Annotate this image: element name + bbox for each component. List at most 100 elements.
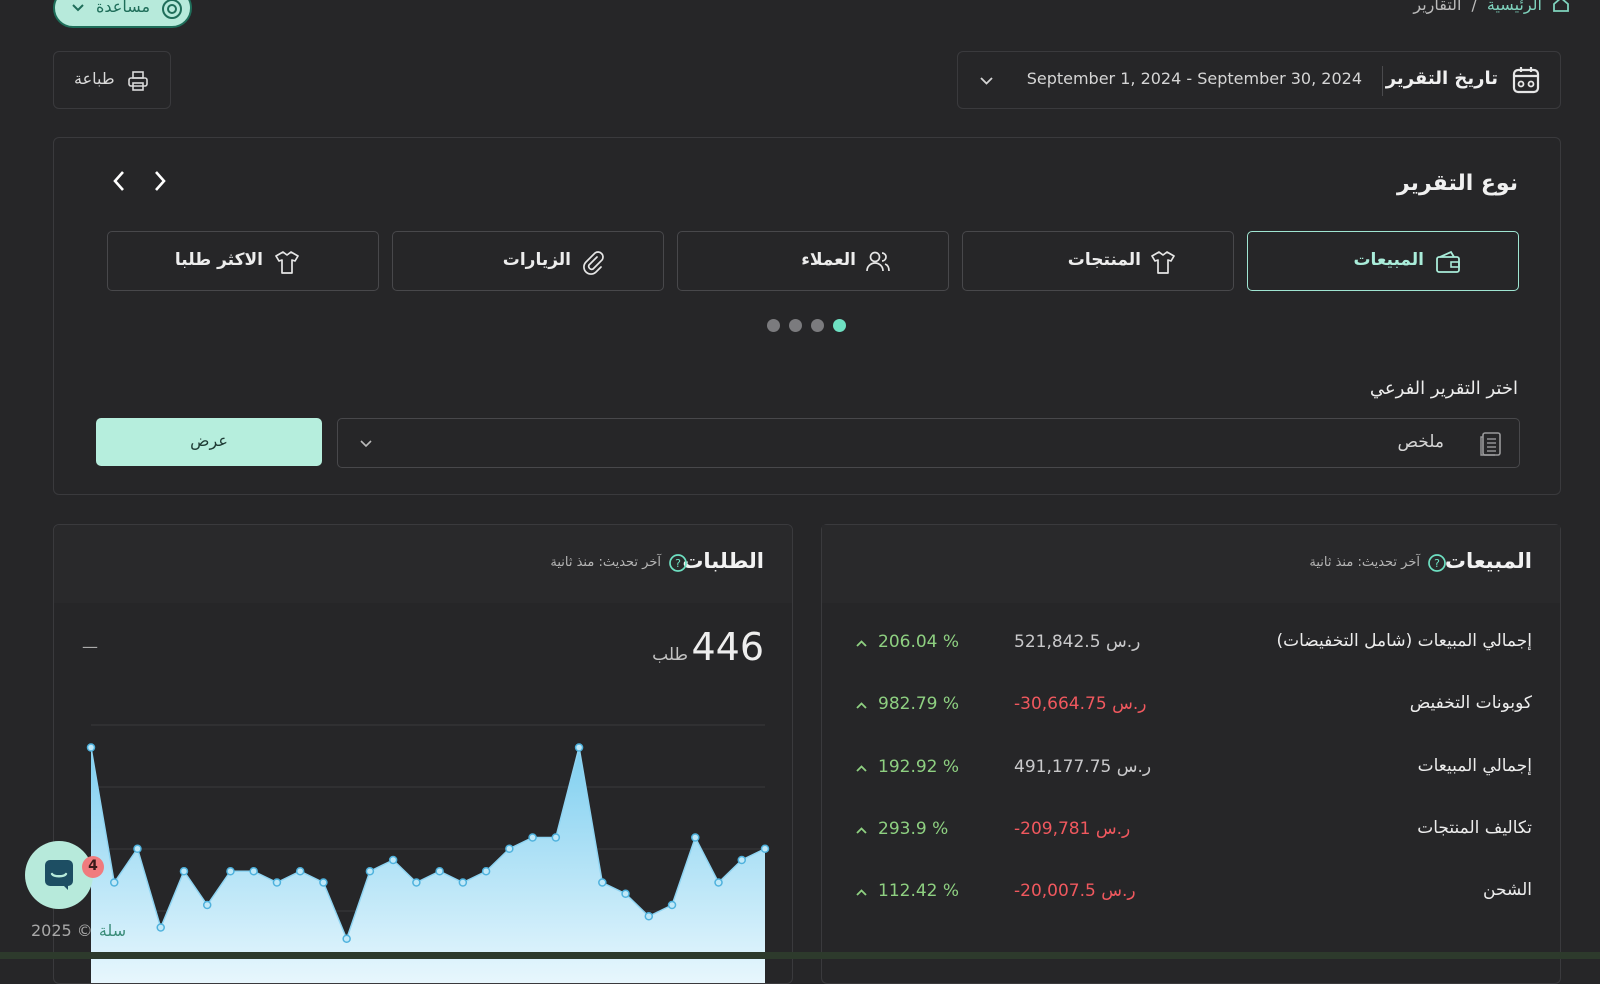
tshirt-icon bbox=[274, 249, 300, 275]
chevron-down-icon[interactable] bbox=[980, 77, 993, 85]
chart-point[interactable] bbox=[111, 879, 118, 886]
row-value: -30,664.75 ر.س bbox=[1014, 694, 1146, 714]
chart-point[interactable] bbox=[250, 868, 257, 875]
carousel-dot[interactable] bbox=[811, 319, 824, 332]
chart-point[interactable] bbox=[366, 868, 373, 875]
row-label: إجمالي المبيعات (شامل التخفيضات) bbox=[1276, 631, 1532, 651]
breadcrumb-current: التقارير bbox=[1413, 0, 1461, 14]
tab-visits-label: الزيارات bbox=[503, 250, 571, 270]
breadcrumb: الرئيسية / التقارير bbox=[1413, 0, 1570, 16]
chart-point[interactable] bbox=[483, 868, 490, 875]
arrow-up-icon bbox=[856, 889, 867, 896]
chart-point[interactable] bbox=[320, 879, 327, 886]
sub-report-select[interactable]: ملخص bbox=[337, 418, 1520, 468]
sub-report-label: اختر التقرير الفرعي bbox=[1370, 378, 1518, 399]
chart-point[interactable] bbox=[204, 902, 211, 909]
chart-point[interactable] bbox=[180, 868, 187, 875]
chart-point[interactable] bbox=[413, 879, 420, 886]
orders-chart bbox=[54, 525, 793, 984]
row-change: 112.42 % bbox=[878, 881, 959, 901]
tab-products[interactable]: المنتجات bbox=[962, 231, 1234, 291]
link-icon bbox=[580, 249, 606, 275]
chart-point[interactable] bbox=[459, 879, 466, 886]
view-button[interactable]: عرض bbox=[96, 418, 322, 466]
row-value: 521,842.5 ر.س bbox=[1014, 632, 1140, 652]
chart-point[interactable] bbox=[645, 913, 652, 920]
chart-point[interactable] bbox=[134, 845, 141, 852]
tab-top-ordered-label: الاكثر طلبا bbox=[175, 250, 263, 270]
row-label: إجمالي المبيعات bbox=[1418, 756, 1532, 776]
chart-point[interactable] bbox=[669, 902, 676, 909]
chart-point[interactable] bbox=[599, 879, 606, 886]
tab-products-label: المنتجات bbox=[1068, 250, 1141, 270]
chat-badge: 4 bbox=[82, 856, 104, 878]
footer-brand[interactable]: سلة bbox=[99, 921, 126, 940]
prev-arrow-icon[interactable] bbox=[112, 170, 126, 192]
carousel-dot-active[interactable] bbox=[833, 319, 846, 332]
row-change: 206.04 % bbox=[878, 632, 959, 652]
breadcrumb-home[interactable]: الرئيسية bbox=[1487, 0, 1542, 14]
chart-point[interactable] bbox=[715, 879, 722, 886]
chat-button[interactable] bbox=[25, 841, 93, 909]
tab-top-ordered[interactable]: الاكثر طلبا bbox=[107, 231, 379, 291]
row-value: -20,007.5 ر.س bbox=[1014, 881, 1136, 901]
row-change: 192.92 % bbox=[878, 757, 959, 777]
footer-year: 2025 © bbox=[31, 921, 93, 940]
footer: 2025 © سلة bbox=[31, 921, 126, 940]
sub-report-value: ملخص bbox=[1397, 432, 1444, 452]
chart-point[interactable] bbox=[529, 834, 536, 841]
tab-visits[interactable]: الزيارات bbox=[392, 231, 664, 291]
help-label: مساعدة bbox=[96, 0, 150, 16]
arrow-up-icon bbox=[856, 765, 867, 772]
chart-point[interactable] bbox=[576, 744, 583, 751]
chart-point[interactable] bbox=[552, 834, 559, 841]
arrow-up-icon bbox=[856, 640, 867, 647]
tab-customers[interactable]: العملاء bbox=[677, 231, 949, 291]
chart-point[interactable] bbox=[273, 879, 280, 886]
chart-point[interactable] bbox=[227, 868, 234, 875]
row-label: الشحن bbox=[1483, 880, 1532, 900]
tab-customers-label: العملاء bbox=[801, 250, 856, 270]
row-change: 293.9 % bbox=[878, 819, 948, 839]
chart-point[interactable] bbox=[738, 857, 745, 864]
chart-point[interactable] bbox=[88, 744, 95, 751]
report-type-card: نوع التقرير اختر التقرير الفرعي ملخص عرض bbox=[53, 137, 1561, 495]
chart-point[interactable] bbox=[390, 857, 397, 864]
print-button[interactable]: طباعة bbox=[53, 51, 171, 109]
tab-sales[interactable]: المبيعات bbox=[1247, 231, 1519, 291]
date-filter[interactable]: تاريخ التقرير September 1, 2024 - Septem… bbox=[957, 51, 1561, 109]
chart-point[interactable] bbox=[157, 924, 164, 931]
sales-panel-title: المبيعات bbox=[1445, 549, 1532, 573]
tshirt-icon bbox=[1150, 249, 1176, 275]
next-arrow-icon[interactable] bbox=[153, 170, 167, 192]
chart-point[interactable] bbox=[343, 935, 350, 942]
report-type-title: نوع التقرير bbox=[1397, 171, 1518, 196]
chart-point[interactable] bbox=[297, 868, 304, 875]
chart-point[interactable] bbox=[692, 834, 699, 841]
date-filter-label: تاريخ التقرير bbox=[1386, 68, 1498, 89]
carousel-dot[interactable] bbox=[767, 319, 780, 332]
row-label: تكاليف المنتجات bbox=[1417, 818, 1532, 838]
chevron-down-icon bbox=[72, 4, 84, 12]
carousel-dot[interactable] bbox=[789, 319, 802, 332]
printer-icon bbox=[127, 70, 149, 92]
chart-point[interactable] bbox=[436, 868, 443, 875]
chart-point[interactable] bbox=[762, 845, 769, 852]
chart-area bbox=[91, 748, 765, 984]
orders-panel: الطلبات ? آخر تحديث: منذ ثانية 446 طلب — bbox=[53, 524, 793, 984]
help-button[interactable]: مساعدة bbox=[53, 0, 192, 28]
breadcrumb-separator: / bbox=[1472, 0, 1477, 14]
print-label: طباعة bbox=[74, 69, 115, 88]
chart-point[interactable] bbox=[506, 845, 513, 852]
svg-text:?: ? bbox=[1434, 557, 1440, 570]
row-label: كوبونات التخفيض bbox=[1410, 693, 1532, 713]
document-icon bbox=[1479, 431, 1503, 457]
view-button-label: عرض bbox=[96, 431, 322, 450]
chart-point[interactable] bbox=[622, 890, 629, 897]
row-value: -209,781 ر.س bbox=[1014, 819, 1130, 839]
home-icon[interactable] bbox=[1552, 0, 1570, 13]
arrow-up-icon bbox=[856, 827, 867, 834]
chat-badge-count: 4 bbox=[82, 858, 104, 874]
info-circle-icon[interactable]: ? bbox=[1427, 553, 1447, 573]
row-value: 491,177.75 ر.س bbox=[1014, 757, 1151, 777]
